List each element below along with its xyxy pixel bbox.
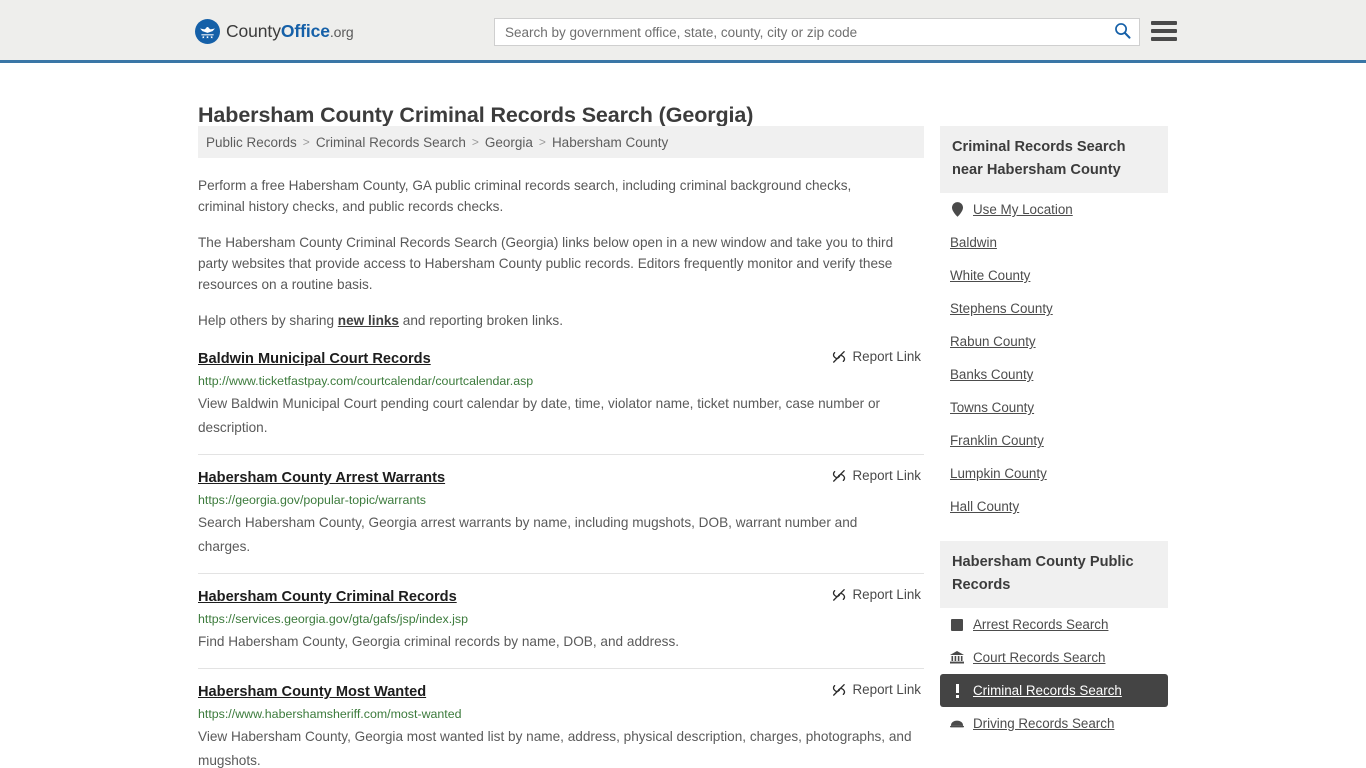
result-url: https://www.habershamsheriff.com/most-wa… [198, 707, 462, 721]
sidebar-item-label: Hall County [950, 499, 1020, 514]
report-link-label: Report Link [852, 682, 921, 697]
broken-link-icon [832, 349, 846, 364]
result-description: Find Habersham County, Georgia criminal … [198, 634, 680, 649]
breadcrumb-separator: > [471, 135, 479, 149]
sidebar-item-court-records-search[interactable]: Court Records Search [940, 641, 1168, 674]
search-input[interactable] [495, 19, 1105, 45]
sidebar-item-label: Franklin County [950, 433, 1044, 448]
sidebar-item-label: Criminal Records Search [973, 683, 1122, 698]
sidebar-item-label: Lumpkin County [950, 466, 1047, 481]
breadcrumb-item-public-records[interactable]: Public Records [206, 135, 297, 150]
sidebar-item-criminal-records-search[interactable]: Criminal Records Search [940, 674, 1168, 707]
result-title-link[interactable]: Habersham County Arrest Warrants [198, 469, 445, 487]
brand-part-office: Office [280, 21, 330, 41]
brand-part-org: .org [329, 24, 354, 40]
breadcrumb-item-georgia[interactable]: Georgia [485, 135, 533, 150]
share-text-after: and reporting broken links. [399, 313, 563, 328]
brand-part-county: County [226, 21, 281, 41]
sidebar-item-towns-county[interactable]: Towns County [940, 391, 1168, 424]
hamburger-menu-icon[interactable] [1151, 20, 1177, 42]
sidebar: Criminal Records Search near Habersham C… [940, 126, 1168, 740]
result-header: Habersham County Criminal Records Report … [198, 587, 924, 606]
sidebar-nearby-heading: Criminal Records Search near Habersham C… [940, 126, 1168, 193]
breadcrumb-separator: > [538, 135, 546, 149]
sidebar-item-arrest-records-search[interactable]: Arrest Records Search [940, 608, 1168, 641]
sidebar-nearby-list: Use My Location Baldwin White County Ste… [940, 193, 1168, 523]
result-item: Habersham County Criminal Records Report … [198, 574, 924, 669]
sidebar-item-rabun-county[interactable]: Rabun County [940, 325, 1168, 358]
sidebar-item-use-my-location[interactable]: Use My Location [940, 193, 1168, 226]
share-text-before: Help others by sharing [198, 313, 338, 328]
sidebar-item-label: Use My Location [973, 202, 1073, 217]
sidebar-item-label: Baldwin [950, 235, 997, 250]
sidebar-item-franklin-county[interactable]: Franklin County [940, 424, 1168, 457]
intro-paragraph-3: Help others by sharing new links and rep… [198, 310, 898, 331]
page-title: Habersham County Criminal Records Search… [198, 103, 754, 128]
sidebar-item-stephens-county[interactable]: Stephens County [940, 292, 1168, 325]
breadcrumb-item-habersham-county[interactable]: Habersham County [552, 135, 668, 150]
results-list: Baldwin Municipal Court Records Report Li… [198, 349, 924, 768]
result-item: Habersham County Arrest Warrants Report L… [198, 455, 924, 574]
sidebar-item-label: Banks County [950, 367, 1034, 382]
broken-link-icon [832, 468, 846, 483]
result-url: https://georgia.gov/popular-topic/warran… [198, 493, 426, 507]
sidebar-item-baldwin[interactable]: Baldwin [940, 226, 1168, 259]
breadcrumb-item-criminal-records-search[interactable]: Criminal Records Search [316, 135, 466, 150]
search-bar[interactable] [494, 18, 1140, 46]
sidebar-item-label: Rabun County [950, 334, 1036, 349]
sidebar-public-records-list: Arrest Records Search Court Records Sear… [940, 608, 1168, 740]
result-title-link[interactable]: Habersham County Most Wanted [198, 683, 426, 701]
result-item: Habersham County Most Wanted Report Link h… [198, 669, 924, 768]
result-title-link[interactable]: Baldwin Municipal Court Records [198, 350, 431, 368]
sidebar-item-label: Court Records Search [973, 650, 1106, 665]
courthouse-icon [950, 650, 964, 665]
broken-link-icon [832, 682, 846, 697]
site-logo-text: CountyOffice.org [226, 21, 354, 42]
eagle-seal-icon [195, 19, 220, 44]
broken-link-icon [832, 587, 846, 602]
report-link-button[interactable]: Report Link [832, 468, 921, 483]
sidebar-item-label: Arrest Records Search [973, 617, 1109, 632]
map-pin-icon [950, 202, 964, 217]
report-link-label: Report Link [852, 468, 921, 483]
search-button[interactable] [1105, 19, 1139, 45]
site-header: CountyOffice.org [0, 0, 1366, 63]
report-link-label: Report Link [852, 349, 921, 364]
car-icon [950, 716, 964, 731]
sidebar-item-label: Towns County [950, 400, 1035, 415]
result-description: Search Habersham County, Georgia arrest … [198, 515, 858, 554]
report-link-label: Report Link [852, 587, 921, 602]
result-description: View Baldwin Municipal Court pending cou… [198, 396, 881, 435]
result-header: Baldwin Municipal Court Records Report Li… [198, 349, 924, 368]
report-link-button[interactable]: Report Link [832, 682, 921, 697]
sidebar-item-label: Driving Records Search [973, 716, 1115, 731]
sidebar-item-label: White County [950, 268, 1031, 283]
report-link-button[interactable]: Report Link [832, 349, 921, 364]
fingerprint-icon [950, 617, 964, 632]
result-title-link[interactable]: Habersham County Criminal Records [198, 588, 457, 606]
intro-paragraph-2: The Habersham County Criminal Records Se… [198, 235, 894, 292]
result-description: View Habersham County, Georgia most want… [198, 729, 912, 768]
site-logo-link[interactable]: CountyOffice.org [195, 19, 354, 44]
sidebar-public-records-heading: Habersham County Public Records [940, 541, 1168, 608]
result-header: Habersham County Arrest Warrants Report L… [198, 468, 924, 487]
exclamation-icon [950, 683, 964, 698]
sidebar-item-label: Stephens County [950, 301, 1053, 316]
intro-paragraph-1: Perform a free Habersham County, GA publ… [198, 178, 852, 214]
main-content: Public Records > Criminal Records Search… [198, 126, 924, 768]
result-url: https://services.georgia.gov/gta/gafs/js… [198, 612, 468, 626]
sidebar-item-white-county[interactable]: White County [940, 259, 1168, 292]
sidebar-item-lumpkin-county[interactable]: Lumpkin County [940, 457, 1168, 490]
result-header: Habersham County Most Wanted Report Link [198, 682, 924, 701]
search-icon [1114, 22, 1131, 42]
result-url: http://www.ticketfastpay.com/courtcalend… [198, 374, 534, 388]
sidebar-item-banks-county[interactable]: Banks County [940, 358, 1168, 391]
new-links-link[interactable]: new links [338, 313, 399, 328]
sidebar-item-driving-records-search[interactable]: Driving Records Search [940, 707, 1168, 740]
breadcrumb-separator: > [302, 135, 310, 149]
report-link-button[interactable]: Report Link [832, 587, 921, 602]
breadcrumb: Public Records > Criminal Records Search… [198, 126, 924, 158]
result-item: Baldwin Municipal Court Records Report Li… [198, 349, 924, 455]
sidebar-item-hall-county[interactable]: Hall County [940, 490, 1168, 523]
